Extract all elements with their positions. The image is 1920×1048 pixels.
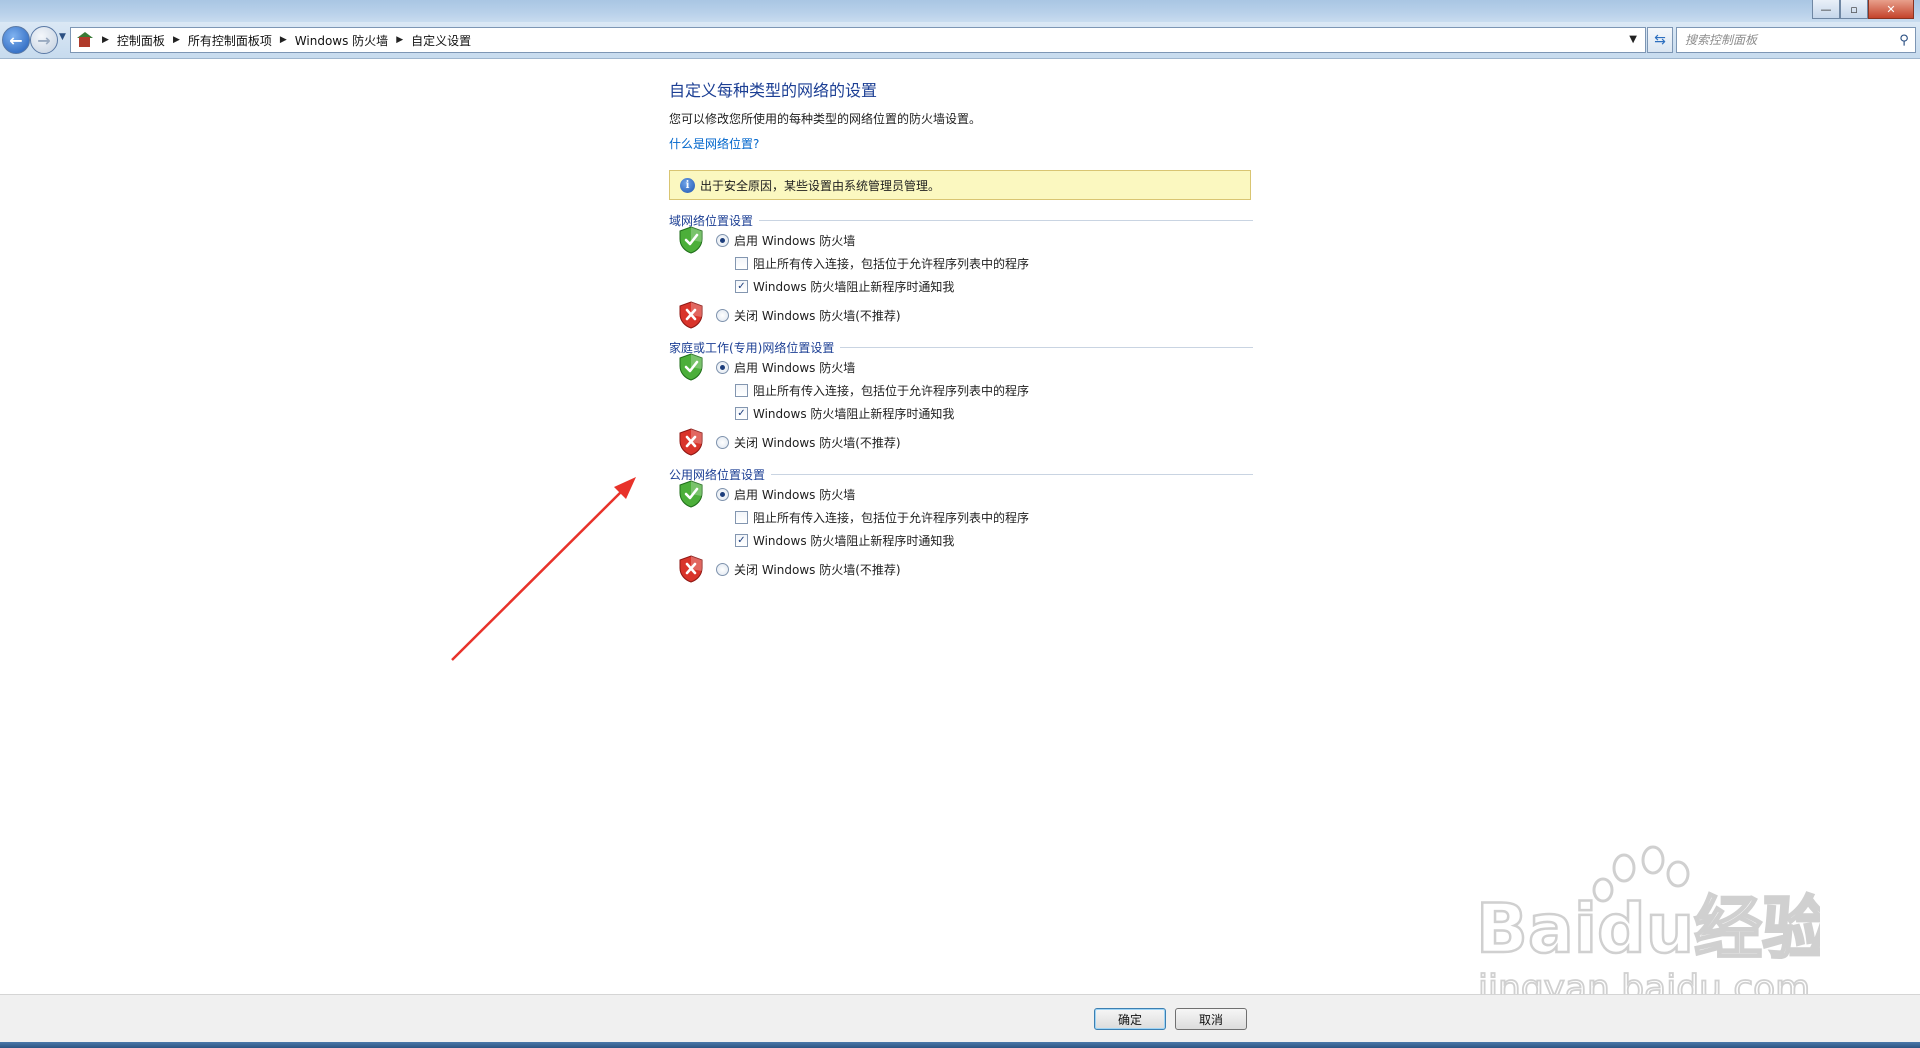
- disable-firewall-option[interactable]: 关闭 Windows 防火墙(不推荐): [679, 428, 1253, 456]
- breadcrumb-separator-icon[interactable]: ▶: [102, 35, 109, 45]
- disable-firewall-label: 关闭 Windows 防火墙(不推荐): [734, 309, 901, 323]
- window-title-bar: — ▫ ✕: [0, 0, 1920, 22]
- breadcrumb-windows-firewall[interactable]: Windows 防火墙: [295, 32, 388, 49]
- enable-firewall-option[interactable]: 启用 Windows 防火墙: [679, 353, 1253, 381]
- window-controls: — ▫ ✕: [1812, 0, 1914, 19]
- disable-firewall-radio[interactable]: [716, 309, 729, 322]
- refresh-button[interactable]: ⇆: [1647, 27, 1673, 53]
- notify-label: Windows 防火墙阻止新程序时通知我: [753, 407, 955, 421]
- notify-label: Windows 防火墙阻止新程序时通知我: [753, 534, 955, 548]
- enable-firewall-label: 启用 Windows 防火墙: [734, 361, 856, 375]
- navigation-bar: ← → ▼ ▶ 控制面板 ▶ 所有控制面板项 ▶ Windows 防火墙 ▶ 自…: [0, 22, 1920, 59]
- shield-error-icon: [679, 301, 703, 329]
- disable-firewall-option[interactable]: 关闭 Windows 防火墙(不推荐): [679, 301, 1253, 329]
- enable-firewall-option[interactable]: 启用 Windows 防火墙: [679, 226, 1253, 254]
- shield-ok-icon: [679, 480, 703, 508]
- breadcrumb: ▶ 控制面板 ▶ 所有控制面板项 ▶ Windows 防火墙 ▶ 自定义设置: [98, 32, 471, 49]
- breadcrumb-separator-icon[interactable]: ▶: [280, 35, 287, 45]
- section-divider: [840, 346, 1253, 348]
- section-header: 域网络位置设置: [669, 211, 1253, 229]
- search-input[interactable]: [1683, 29, 1893, 51]
- notify-checkbox[interactable]: ✓: [735, 407, 748, 420]
- shield-error-icon: [679, 555, 703, 583]
- cancel-button[interactable]: 取消: [1175, 1008, 1247, 1030]
- watermark-logo: Baidu经验: [1476, 890, 1820, 969]
- block-incoming-label: 阻止所有传入连接，包括位于允许程序列表中的程序: [753, 384, 1030, 398]
- disable-firewall-label: 关闭 Windows 防火墙(不推荐): [734, 563, 901, 577]
- shield-ok-icon: [679, 353, 703, 381]
- network-section: 家庭或工作(专用)网络位置设置启用 Windows 防火墙阻止所有传入连接，包括…: [669, 338, 1253, 456]
- section-header: 公用网络位置设置: [669, 465, 1253, 483]
- notify-checkbox[interactable]: ✓: [735, 534, 748, 547]
- recent-pages-dropdown[interactable]: ▼: [59, 32, 66, 42]
- baidu-jingyan-watermark: Baidu经验 jingyan.baidu.com: [1475, 845, 1820, 1010]
- section-header: 家庭或工作(专用)网络位置设置: [669, 338, 1253, 356]
- search-icon[interactable]: ⚲: [1893, 33, 1915, 48]
- address-dropdown-icon[interactable]: ▼: [1629, 34, 1637, 45]
- disable-firewall-radio[interactable]: [716, 436, 729, 449]
- breadcrumb-separator-icon[interactable]: ▶: [173, 35, 180, 45]
- enable-firewall-option[interactable]: 启用 Windows 防火墙: [679, 480, 1253, 508]
- breadcrumb-control-panel[interactable]: 控制面板: [117, 32, 165, 49]
- breadcrumb-customize-settings[interactable]: 自定义设置: [411, 32, 471, 49]
- network-section: 公用网络位置设置启用 Windows 防火墙阻止所有传入连接，包括位于允许程序列…: [669, 465, 1253, 583]
- enable-firewall-radio[interactable]: [716, 488, 729, 501]
- disable-firewall-label: 关闭 Windows 防火墙(不推荐): [734, 436, 901, 450]
- notify-option[interactable]: ✓ Windows 防火墙阻止新程序时通知我: [735, 529, 1253, 552]
- section-divider: [771, 473, 1253, 475]
- notify-option[interactable]: ✓ Windows 防火墙阻止新程序时通知我: [735, 275, 1253, 298]
- block-incoming-option[interactable]: 阻止所有传入连接，包括位于允许程序列表中的程序: [735, 379, 1253, 402]
- block-incoming-checkbox[interactable]: [735, 511, 748, 524]
- block-incoming-checkbox[interactable]: [735, 384, 748, 397]
- enable-firewall-label: 启用 Windows 防火墙: [734, 488, 856, 502]
- minimize-button[interactable]: —: [1812, 0, 1840, 19]
- enable-firewall-label: 启用 Windows 防火墙: [734, 234, 856, 248]
- forward-button[interactable]: →: [30, 26, 58, 54]
- network-location-help-link[interactable]: 什么是网络位置?: [669, 135, 1253, 152]
- disable-firewall-radio[interactable]: [716, 563, 729, 576]
- notify-label: Windows 防火墙阻止新程序时通知我: [753, 280, 955, 294]
- block-incoming-checkbox[interactable]: [735, 257, 748, 270]
- network-section: 域网络位置设置启用 Windows 防火墙阻止所有传入连接，包括位于允许程序列表…: [669, 211, 1253, 329]
- search-box: ⚲: [1676, 27, 1916, 53]
- dialog-button-bar: 确定 取消: [0, 994, 1920, 1043]
- shield-error-icon: [679, 428, 703, 456]
- block-incoming-option[interactable]: 阻止所有传入连接，包括位于允许程序列表中的程序: [735, 506, 1253, 529]
- section-divider: [759, 219, 1253, 221]
- info-bar: i 出于安全原因，某些设置由系统管理员管理。: [669, 170, 1251, 200]
- maximize-button[interactable]: ▫: [1840, 0, 1868, 19]
- disable-firewall-option[interactable]: 关闭 Windows 防火墙(不推荐): [679, 555, 1253, 583]
- enable-firewall-radio[interactable]: [716, 234, 729, 247]
- info-message: 出于安全原因，某些设置由系统管理员管理。: [700, 178, 941, 193]
- enable-firewall-radio[interactable]: [716, 361, 729, 374]
- breadcrumb-all-items[interactable]: 所有控制面板项: [188, 32, 272, 49]
- info-icon: i: [680, 177, 695, 193]
- address-box[interactable]: ▶ 控制面板 ▶ 所有控制面板项 ▶ Windows 防火墙 ▶ 自定义设置 ▼: [70, 27, 1646, 53]
- block-incoming-label: 阻止所有传入连接，包括位于允许程序列表中的程序: [753, 257, 1030, 271]
- back-button[interactable]: ←: [2, 26, 30, 54]
- notify-option[interactable]: ✓ Windows 防火墙阻止新程序时通知我: [735, 402, 1253, 425]
- control-panel-icon: [76, 32, 94, 48]
- page-description: 您可以修改您所使用的每种类型的网络位置的防火墙设置。: [669, 112, 982, 126]
- close-button[interactable]: ✕: [1868, 0, 1914, 19]
- main-content: 自定义每种类型的网络的设置 您可以修改您所使用的每种类型的网络位置的防火墙设置。…: [669, 74, 1253, 583]
- shield-ok-icon: [679, 226, 703, 254]
- block-incoming-option[interactable]: 阻止所有传入连接，包括位于允许程序列表中的程序: [735, 252, 1253, 275]
- notify-checkbox[interactable]: ✓: [735, 280, 748, 293]
- ok-button[interactable]: 确定: [1094, 1008, 1166, 1030]
- breadcrumb-separator-icon[interactable]: ▶: [396, 35, 403, 45]
- taskbar: [0, 1042, 1920, 1048]
- block-incoming-label: 阻止所有传入连接，包括位于允许程序列表中的程序: [753, 511, 1030, 525]
- page-title: 自定义每种类型的网络的设置: [669, 81, 878, 100]
